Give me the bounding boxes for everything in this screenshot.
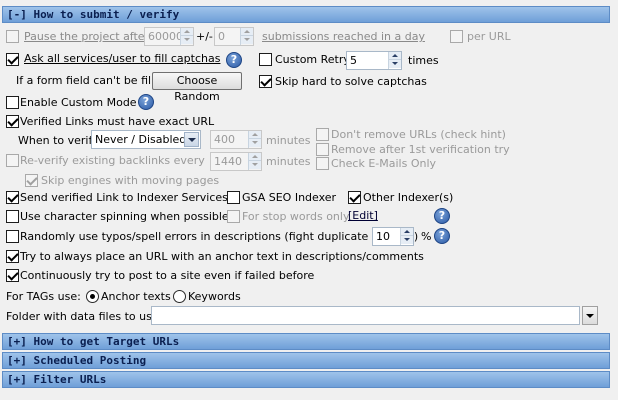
custom-retry-checkbox[interactable] xyxy=(259,53,272,66)
help-icon[interactable]: ? xyxy=(138,94,154,110)
skip-moving-pages-label: Skip engines with moving pages xyxy=(41,174,220,187)
tags-anchor-radio[interactable] xyxy=(86,290,99,303)
char-spinning-checkbox[interactable] xyxy=(6,210,19,223)
pause-variance-spinner[interactable]: 0 xyxy=(214,27,254,46)
per-url-label: per URL xyxy=(467,30,511,43)
custom-retry-spinner[interactable]: 5 xyxy=(346,51,402,70)
custom-mode-checkbox[interactable] xyxy=(6,96,19,109)
choose-random-button[interactable]: Choose Random xyxy=(152,72,242,103)
custom-retry-arrows[interactable] xyxy=(388,52,401,69)
exact-url-checkbox[interactable] xyxy=(6,115,19,128)
verify-minutes-spinner[interactable]: 400 xyxy=(210,130,262,149)
section-header-filter-urls[interactable]: [+] Filter URLs xyxy=(2,371,610,388)
section-header-target-urls[interactable]: [+] How to get Target URLs xyxy=(2,333,610,350)
dont-remove-urls-label: Don't remove URLs (check hint) xyxy=(331,128,506,141)
remove-after-first-label: Remove after 1st verification try xyxy=(331,143,510,156)
custom-mode-label: Enable Custom Mode xyxy=(20,96,137,109)
reverify-minutes-spinner[interactable]: 1440 xyxy=(210,152,262,171)
chevron-down-icon xyxy=(184,132,199,147)
edit-spinning-link[interactable]: [Edit] xyxy=(348,209,378,223)
gsa-indexer-label: GSA SEO Indexer xyxy=(242,191,337,204)
skip-hard-captchas-label: Skip hard to solve captchas xyxy=(275,75,427,88)
verify-minutes-value: 400 xyxy=(214,133,235,146)
pause-variance-arrows[interactable] xyxy=(240,28,253,45)
ask-all-services-checkbox[interactable] xyxy=(6,53,19,66)
check-emails-only-checkbox[interactable] xyxy=(316,157,329,170)
remove-after-first-checkbox[interactable] xyxy=(316,143,329,156)
tags-keywords-radio[interactable] xyxy=(173,290,186,303)
pause-count-value: 60000 xyxy=(148,30,183,43)
stop-words-checkbox[interactable] xyxy=(227,210,240,223)
send-to-indexer-label: Send verified Link to Indexer Services xyxy=(20,191,228,204)
folder-label: Folder with data files to use xyxy=(6,310,159,323)
check-emails-only-label: Check E-Mails Only xyxy=(331,157,437,170)
gsa-indexer-checkbox[interactable] xyxy=(227,191,240,204)
anchor-url-label: Try to always place an URL with an ancho… xyxy=(20,250,424,263)
typos-checkbox[interactable] xyxy=(6,230,19,243)
pause-project-label: Pause the project after xyxy=(24,30,150,43)
plus-minus-label: +/- xyxy=(196,30,213,43)
typos-label: Randomly use typos/spell errors in descr… xyxy=(20,230,419,243)
section-header-scheduled-posting[interactable]: [+] Scheduled Posting xyxy=(2,352,610,369)
submissions-reached-label: submissions reached in a day xyxy=(262,30,425,43)
retry-times-label: times xyxy=(408,54,439,67)
when-to-verify-value: Never / Disabled xyxy=(95,133,187,146)
pause-variance-value: 0 xyxy=(218,30,225,43)
continuous-post-label: Continuously try to post to a site even … xyxy=(20,269,315,282)
chevron-down-icon[interactable] xyxy=(582,306,598,325)
folder-input[interactable] xyxy=(151,306,580,325)
continuous-post-checkbox[interactable] xyxy=(6,269,19,282)
other-indexer-label: Other Indexer(s) xyxy=(363,191,454,204)
typos-percent-label: % xyxy=(421,230,432,243)
when-to-verify-label: When to verify xyxy=(18,134,99,147)
help-icon[interactable]: ? xyxy=(226,52,242,68)
custom-retry-label: Custom Retry xyxy=(275,53,350,66)
typos-spinner[interactable]: 10 xyxy=(372,227,414,246)
verify-minutes-label: minutes xyxy=(266,134,311,147)
send-to-indexer-checkbox[interactable] xyxy=(6,191,19,204)
reverify-minutes-arrows[interactable] xyxy=(248,153,261,170)
pause-project-checkbox[interactable] xyxy=(6,30,19,43)
dont-remove-urls-checkbox[interactable] xyxy=(316,128,329,141)
reverify-label: Re-verify existing backlinks every xyxy=(20,154,205,167)
anchor-url-checkbox[interactable] xyxy=(6,250,19,263)
pause-count-arrows[interactable] xyxy=(180,28,193,45)
help-icon[interactable]: ? xyxy=(434,208,450,224)
reverify-minutes-label: minutes xyxy=(266,155,311,168)
form-field-label: If a form field can't be filled xyxy=(16,74,168,87)
reverify-checkbox[interactable] xyxy=(6,154,19,167)
other-indexer-checkbox[interactable] xyxy=(348,191,361,204)
skip-hard-captchas-checkbox[interactable] xyxy=(259,75,272,88)
tags-label: For TAGs use: xyxy=(6,290,81,303)
when-to-verify-select[interactable]: Never / Disabled xyxy=(91,130,201,149)
char-spinning-label: Use character spinning when possible xyxy=(20,210,229,223)
typos-value: 10 xyxy=(376,230,390,243)
exact-url-label: Verified Links must have exact URL xyxy=(20,115,215,128)
custom-retry-value: 5 xyxy=(350,54,357,67)
tags-anchor-label: Anchor texts xyxy=(101,290,171,303)
pause-count-spinner[interactable]: 60000 xyxy=(144,27,194,46)
tags-keywords-label: Keywords xyxy=(188,290,241,303)
help-icon[interactable]: ? xyxy=(434,228,450,244)
typos-arrows[interactable] xyxy=(400,228,413,245)
ask-all-services-label[interactable]: Ask all services/user to fill captchas xyxy=(24,52,220,66)
stop-words-label: For stop words only xyxy=(242,210,350,223)
per-url-checkbox[interactable] xyxy=(450,30,463,43)
verify-minutes-arrows[interactable] xyxy=(248,131,261,148)
skip-moving-pages-checkbox[interactable] xyxy=(25,174,38,187)
section-header-submit-verify[interactable]: [-] How to submit / verify xyxy=(2,6,610,23)
reverify-minutes-value: 1440 xyxy=(214,155,242,168)
